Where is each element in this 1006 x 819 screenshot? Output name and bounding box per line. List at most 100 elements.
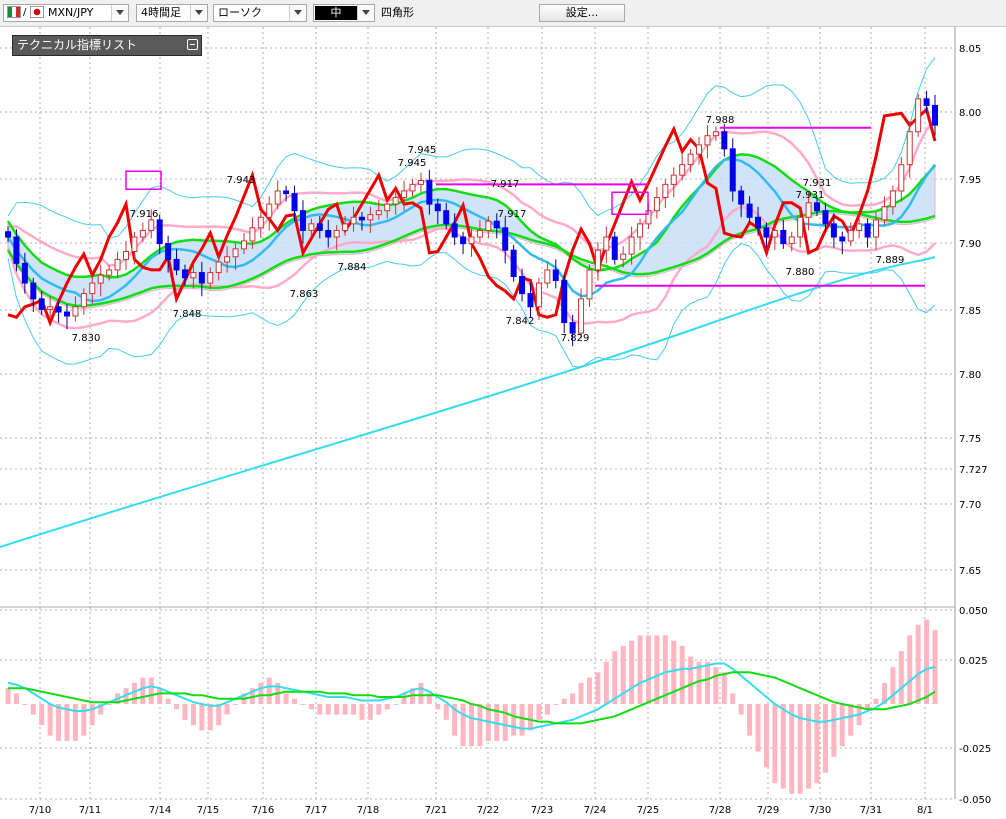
macd-histogram-bar (300, 704, 306, 705)
macd-histogram-bar (435, 704, 441, 710)
x-tick-label: 7/10 (29, 805, 51, 816)
candle-body (333, 229, 340, 238)
chevron-down-icon[interactable] (190, 5, 207, 21)
candle-body (696, 144, 703, 155)
chevron-down-icon[interactable] (357, 5, 374, 21)
candle-body (721, 131, 728, 150)
price-label: 7.917 (498, 209, 527, 220)
candle-body (502, 227, 509, 251)
candle-body (106, 269, 113, 276)
chart-style-select[interactable]: ローソク (213, 4, 307, 22)
candle-body (165, 243, 172, 260)
candle-body (434, 203, 441, 212)
candle-body (856, 223, 863, 231)
macd-histogram-bar (789, 704, 795, 794)
candle-body (190, 272, 197, 279)
x-tick-label: 7/28 (709, 805, 731, 816)
macd-histogram-bar (469, 704, 474, 747)
japan-flag-icon (30, 6, 44, 18)
price-label: 7.916 (130, 209, 159, 220)
line-width-select[interactable]: 中 (313, 4, 375, 22)
minimize-icon[interactable] (187, 39, 198, 50)
candle-body (5, 231, 11, 238)
candle-body (114, 258, 121, 271)
candle-body (746, 203, 753, 218)
candle-body (932, 104, 938, 126)
candle-body (864, 223, 871, 238)
candle-body (460, 236, 467, 245)
chevron-down-icon[interactable] (289, 5, 306, 21)
y-tick-label: 7.65 (959, 566, 981, 577)
candle-body (97, 274, 104, 284)
candle-body (552, 269, 559, 281)
candle-body (443, 210, 450, 225)
candle-body (780, 229, 787, 245)
macd-histogram-bar (165, 698, 171, 704)
candle-body (873, 219, 880, 238)
x-tick-label: 7/29 (757, 805, 779, 816)
candle-body (232, 248, 239, 258)
macd-histogram-bar (730, 693, 736, 704)
price-label: 7.945 (398, 158, 427, 169)
candle-body (822, 210, 829, 225)
mexico-flag-icon (7, 6, 21, 18)
candle-body (426, 179, 433, 205)
price-label: 7.884 (338, 262, 367, 273)
candle-body (72, 306, 79, 317)
candle-body (173, 258, 180, 271)
indicator-list-panel[interactable]: テクニカル指標リスト (12, 35, 202, 56)
macd-histogram-bar (747, 704, 753, 736)
candle-body (544, 269, 551, 284)
price-label: 7.931 (803, 178, 832, 189)
macd-histogram-bar (384, 704, 390, 710)
candle-body (738, 190, 745, 205)
shape-label[interactable]: 四角形 (381, 4, 414, 22)
macd-histogram-bar (325, 704, 331, 715)
macd-histogram-bar (907, 635, 913, 704)
candle-body (687, 153, 694, 166)
candle-body (653, 197, 660, 212)
chart-style-label: ローソク (218, 6, 262, 19)
macd-histogram-bar (578, 682, 584, 704)
macd-histogram-bar (418, 682, 424, 704)
candle-body (712, 131, 719, 137)
macd-histogram-bar (629, 640, 635, 704)
macd-histogram-bar (553, 704, 559, 705)
candle-body (476, 229, 483, 238)
macd-histogram-bar (536, 704, 542, 720)
candle-body (628, 236, 635, 255)
candle-body (839, 236, 846, 242)
candle-body (21, 262, 28, 284)
x-tick-label: 7/18 (357, 805, 379, 816)
x-tick-label: 7/30 (809, 805, 831, 816)
macd-histogram-bar (763, 704, 769, 768)
candle-body (468, 236, 475, 245)
candle-body (316, 223, 323, 231)
macd-histogram-bar (839, 704, 845, 747)
candle-body (451, 223, 458, 238)
macd-histogram-bar (654, 635, 660, 704)
candle-body (291, 193, 298, 212)
macd-histogram-bar (140, 677, 146, 704)
macd-histogram-bar (351, 704, 357, 715)
macd-histogram-bar (292, 698, 298, 704)
x-tick-label: 8/1 (917, 805, 933, 816)
chevron-down-icon[interactable] (111, 5, 128, 21)
settings-button[interactable]: 設定... (539, 4, 625, 22)
macd-histogram-bar (570, 693, 576, 704)
macd-histogram-bar (190, 704, 196, 726)
candle-body (805, 202, 812, 218)
timeframe-select[interactable]: 4時間足 (136, 4, 208, 22)
indicator-list-title: テクニカル指標リスト (17, 38, 138, 52)
price-label: 7.988 (706, 115, 735, 126)
candle-body (308, 223, 315, 231)
x-tick-label: 7/21 (425, 805, 447, 816)
macd-histogram-bar (671, 640, 677, 704)
symbol-select[interactable]: / MXN/JPY (3, 4, 129, 22)
x-tick-label: 7/24 (584, 805, 606, 816)
candle-body (156, 219, 163, 245)
macd-histogram-bar (157, 688, 163, 704)
price-chart[interactable]: 7.830 7.916 7.848 7.943 7.863 7.884 7.945 7.945… (0, 27, 1006, 819)
y-tick-label: 7.85 (959, 306, 981, 317)
x-tick-label: 7/23 (531, 805, 553, 816)
